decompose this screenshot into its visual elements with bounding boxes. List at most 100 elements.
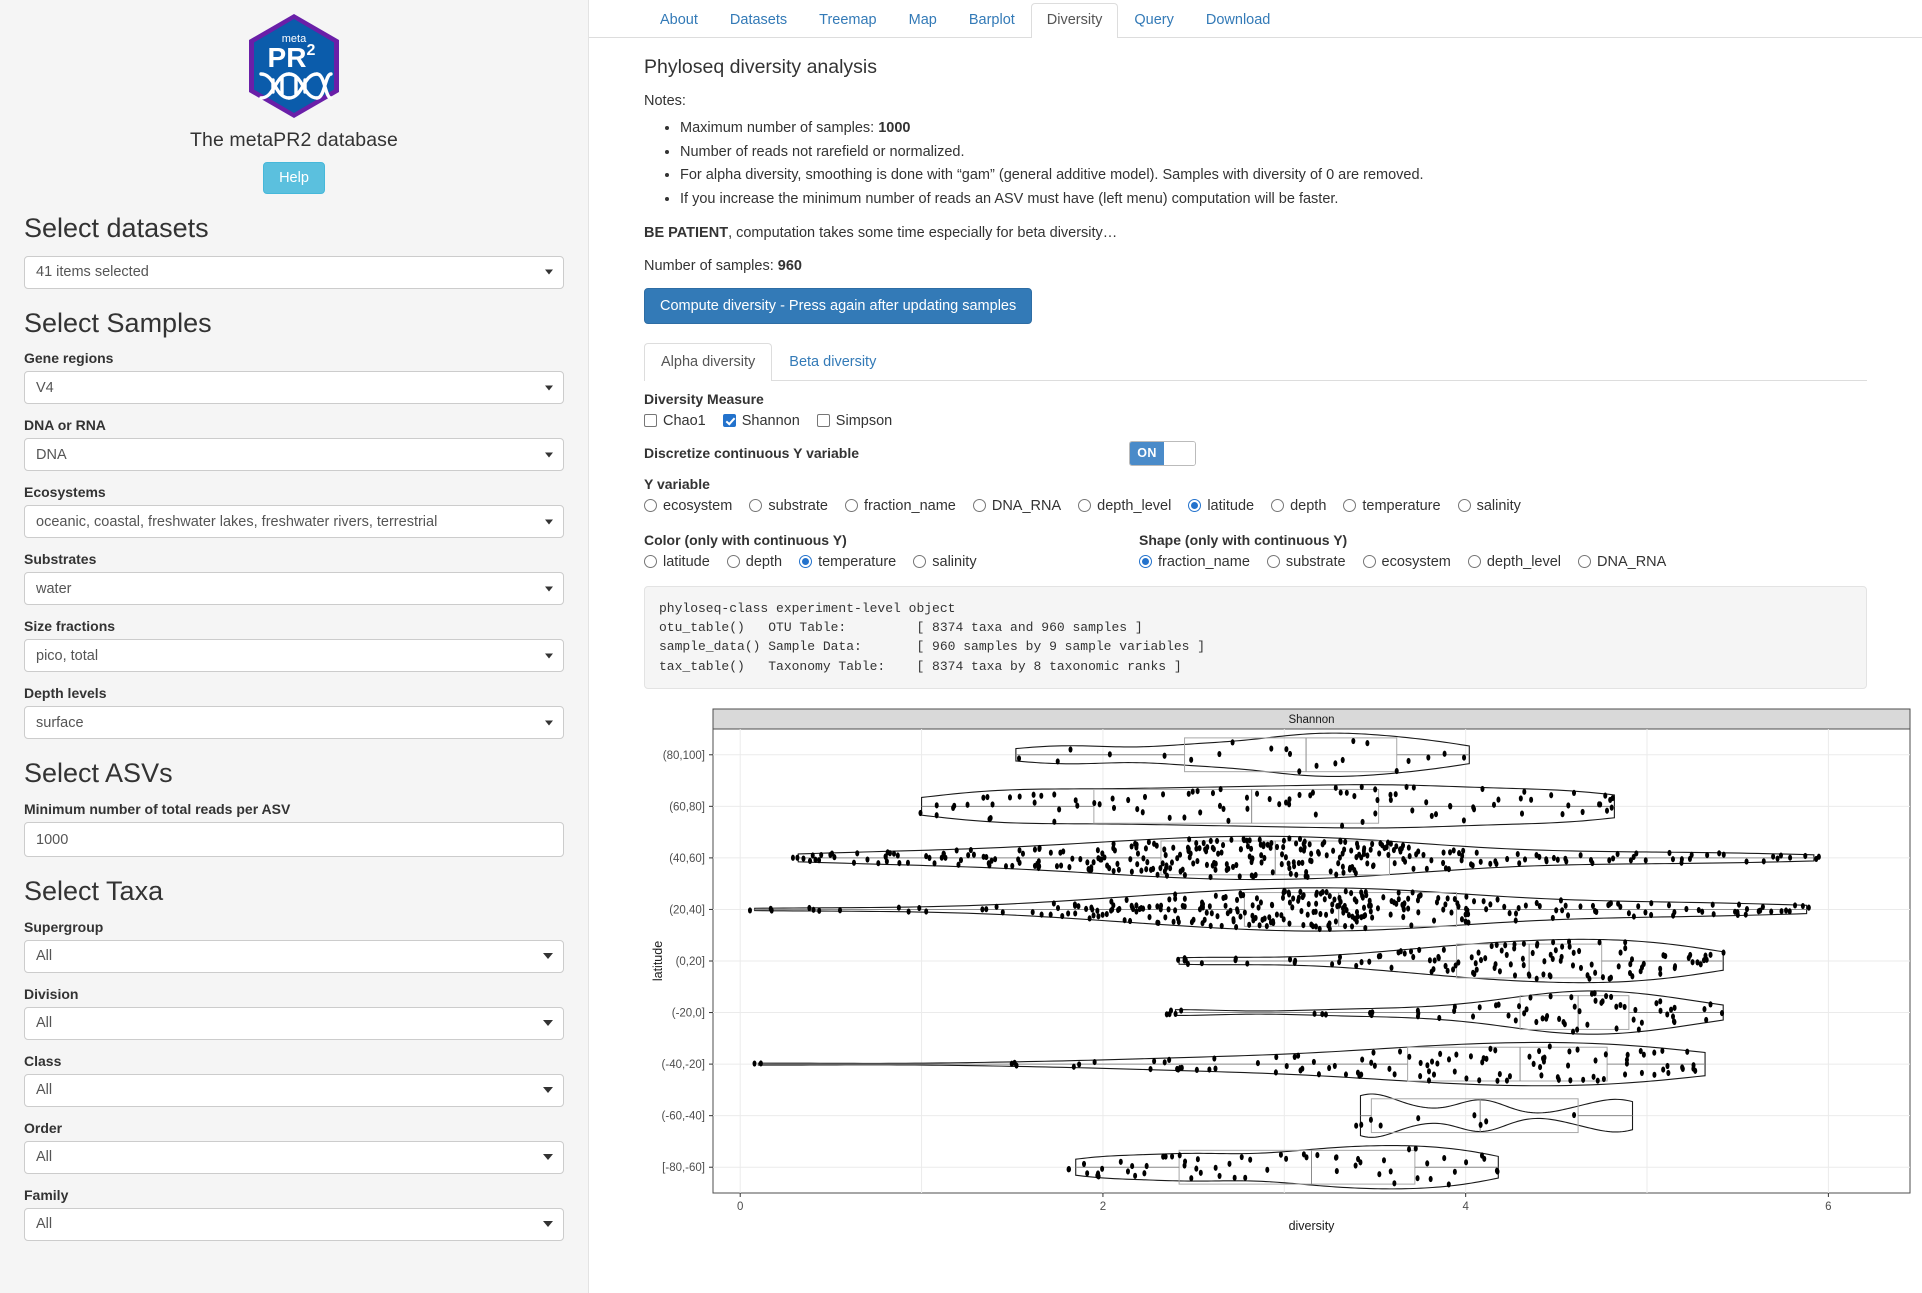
radio-y-substrate[interactable]: substrate — [749, 498, 828, 514]
field-order: Order All — [24, 1120, 564, 1174]
radio-icon — [1362, 555, 1376, 569]
class-select[interactable]: All — [24, 1073, 564, 1107]
radio-shape-ecosystem[interactable]: ecosystem — [1362, 554, 1451, 570]
tab-map[interactable]: Map — [893, 3, 953, 38]
radio-icon — [749, 499, 763, 513]
radio-color-depth[interactable]: depth — [726, 553, 783, 570]
supergroup-select[interactable]: All — [24, 939, 564, 973]
gene-regions-select[interactable]: V4 — [24, 371, 564, 405]
radio-label: DNA_RNA — [991, 497, 1062, 514]
chevron-down-icon — [543, 1154, 553, 1161]
radio-y-dna-rna[interactable]: DNA_RNA — [972, 497, 1062, 514]
depth-levels-value: surface — [36, 714, 84, 731]
svg-text:(-60,-40]: (-60,-40] — [662, 1110, 705, 1122]
radio-y-ecosystem[interactable]: ecosystem — [644, 498, 732, 514]
svg-text:2: 2 — [307, 42, 316, 59]
radio-color-latitude[interactable]: latitude — [644, 554, 710, 570]
radio-label: latitude — [663, 553, 710, 570]
radio-icon — [1578, 555, 1592, 569]
field-label-family: Family — [24, 1186, 69, 1203]
note-text: Maximum number of samples: — [680, 120, 879, 136]
radio-color-temperature[interactable]: temperature — [799, 554, 896, 570]
field-label-dna-or-rna: DNA or RNA — [24, 417, 106, 434]
checkbox-shannon[interactable]: Shannon — [722, 413, 800, 429]
min-reads-input[interactable]: 1000 — [24, 822, 564, 858]
datasets-select-value: 41 items selected — [36, 264, 149, 281]
subtab-beta-diversity[interactable]: Beta diversity — [772, 343, 893, 381]
section-title-select-datasets: Select datasets — [24, 213, 209, 243]
chevron-down-icon — [545, 586, 553, 592]
svg-text:4: 4 — [1462, 1201, 1469, 1213]
size-fractions-select[interactable]: pico, total — [24, 639, 564, 673]
field-label-gene-regions: Gene regions — [24, 350, 114, 367]
radio-y-temperature[interactable]: temperature — [1343, 498, 1441, 514]
brand-title: The metaPR2 database — [190, 129, 398, 151]
radio-y-salinity[interactable]: salinity — [1457, 498, 1521, 514]
number-of-samples: Number of samples: 960 — [644, 258, 1867, 274]
svg-text:diversity: diversity — [1289, 1219, 1336, 1233]
radio-label: depth — [1290, 497, 1327, 514]
tab-download[interactable]: Download — [1190, 3, 1287, 38]
checkbox-chao1[interactable]: Chao1 — [644, 413, 706, 429]
radio-shape-depth-level[interactable]: depth_level — [1467, 554, 1561, 570]
tab-diversity[interactable]: Diversity — [1030, 2, 1119, 38]
ecosystems-select[interactable]: oceanic, coastal, freshwater lakes, fres… — [24, 505, 564, 539]
radio-shape-dna-rna[interactable]: DNA_RNA — [1578, 554, 1666, 570]
datasets-select[interactable]: 41 items selected — [24, 255, 564, 289]
tab-treemap[interactable]: Treemap — [803, 3, 892, 38]
svg-text:(-20,0]: (-20,0] — [672, 1007, 705, 1019]
radio-shape-fraction-name[interactable]: fraction_name — [1139, 554, 1250, 570]
field-division: Division All — [24, 986, 564, 1040]
checkbox-simpson[interactable]: Simpson — [816, 413, 892, 429]
radio-label: latitude — [1207, 497, 1255, 514]
radio-icon — [1457, 499, 1471, 513]
tab-barplot[interactable]: Barplot — [953, 3, 1031, 38]
radio-label: depth — [745, 553, 783, 570]
substrates-value: water — [36, 580, 72, 597]
field-depth-levels: Depth levels surface — [24, 685, 564, 740]
substrates-select[interactable]: water — [24, 572, 564, 606]
svg-text:Shannon: Shannon — [1288, 714, 1334, 726]
y-variable-label: Y variable — [644, 475, 710, 492]
discretize-toggle[interactable]: ON — [1129, 440, 1197, 466]
radio-shape-substrate[interactable]: substrate — [1266, 554, 1346, 570]
field-family: Family All — [24, 1187, 564, 1241]
svg-text:(-40,-20]: (-40,-20] — [662, 1059, 705, 1071]
radio-y-fraction-name[interactable]: fraction_name — [844, 498, 956, 514]
note-strong: 1000 — [878, 120, 911, 136]
phyloseq-output: phyloseq-class experiment-level object o… — [644, 585, 1867, 689]
radio-color-salinity[interactable]: salinity — [913, 554, 977, 570]
tab-query[interactable]: Query — [1118, 3, 1190, 38]
field-label-order: Order — [24, 1119, 63, 1136]
field-class: Class All — [24, 1053, 564, 1107]
division-select[interactable]: All — [24, 1006, 564, 1040]
discretize-row: Discretize continuous Y variable ON — [644, 440, 1867, 466]
tab-datasets[interactable]: Datasets — [714, 3, 803, 38]
order-select[interactable]: All — [24, 1140, 564, 1174]
compute-diversity-button[interactable]: Compute diversity - Press again after up… — [644, 287, 1033, 324]
toggle-on-label: ON — [1130, 441, 1165, 465]
svg-text:2: 2 — [1100, 1201, 1106, 1213]
page-title: Phyloseq diversity analysis — [644, 56, 878, 78]
family-select[interactable]: All — [24, 1207, 564, 1241]
radio-icon — [1078, 499, 1092, 513]
family-value: All — [36, 1216, 53, 1233]
notes-label: Notes: — [644, 93, 686, 109]
note-text: Number of reads not rarefield or normali… — [680, 143, 965, 160]
order-value: All — [36, 1149, 53, 1166]
help-button[interactable]: Help — [263, 162, 325, 194]
dna-or-rna-select[interactable]: DNA — [24, 438, 564, 472]
svg-text:0: 0 — [737, 1201, 743, 1213]
tab-about[interactable]: About — [644, 3, 714, 38]
depth-levels-select[interactable]: surface — [24, 706, 564, 740]
subtab-alpha-diversity[interactable]: Alpha diversity — [644, 342, 773, 381]
field-size-fractions: Size fractions pico, total — [24, 618, 564, 673]
radio-label: DNA_RNA — [1597, 553, 1667, 570]
radio-y-depth[interactable]: depth — [1271, 498, 1326, 514]
radio-y-latitude[interactable]: latitude — [1188, 498, 1254, 514]
section-title-select-taxa: Select Taxa — [24, 876, 164, 907]
radio-y-depth-level[interactable]: depth_level — [1078, 498, 1171, 514]
checkbox-icon — [644, 414, 657, 428]
field-label-substrates: Substrates — [24, 551, 97, 568]
svg-text:6: 6 — [1825, 1201, 1831, 1213]
